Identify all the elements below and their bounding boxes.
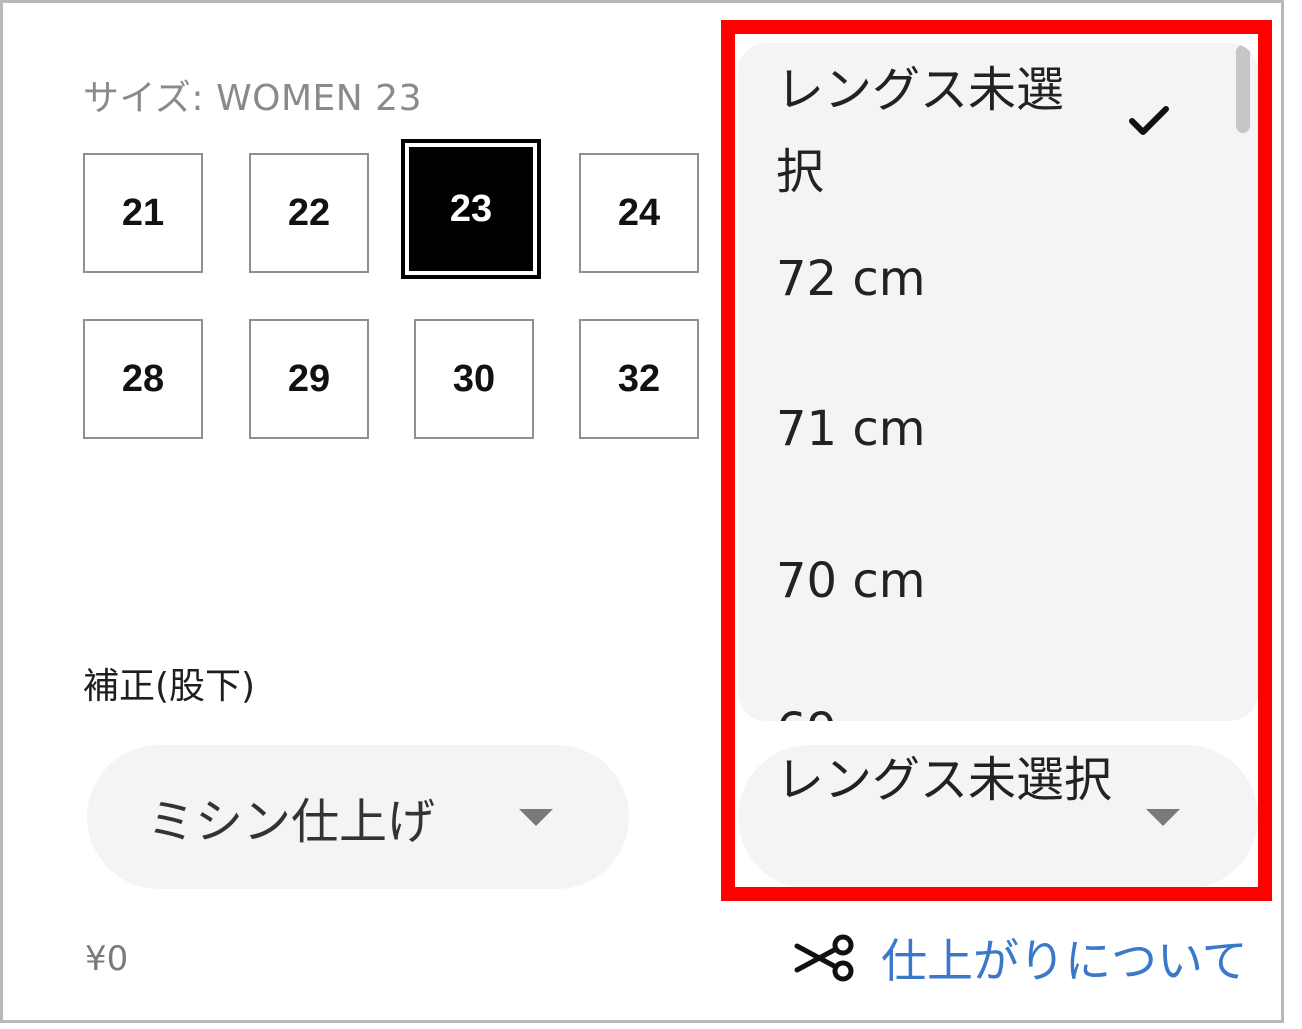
scissors-icon [794,934,854,982]
size-option-24[interactable]: 24 [579,153,699,273]
length-option-69[interactable]: 69 [776,703,837,721]
length-option-70[interactable]: 70 cm [776,553,925,609]
size-option-23-selected[interactable]: 23 [401,139,541,279]
length-option-71[interactable]: 71 cm [776,401,925,457]
length-dropdown-list[interactable]: レングス未選択 72 cm 71 cm 70 cm 69 [738,43,1258,721]
size-option-29[interactable]: 29 [249,319,369,439]
alteration-select[interactable]: ミシン仕上げ [87,745,629,889]
alteration-price: ¥0 [85,939,129,979]
alteration-select-value: ミシン仕上げ [147,794,436,850]
size-option-30[interactable]: 30 [414,319,534,439]
size-option-22[interactable]: 22 [249,153,369,273]
size-option-32[interactable]: 32 [579,319,699,439]
finish-info-link[interactable]: 仕上がりについて [793,925,1248,991]
length-select[interactable]: レングス未選択 [738,745,1258,889]
size-option-21[interactable]: 21 [83,153,203,273]
size-option-28[interactable]: 28 [83,319,203,439]
alteration-label: 補正(股下) [83,666,256,707]
length-select-value: レングス未選択 [776,752,1113,808]
length-option-unselected[interactable]: レングス未選択 [776,49,1106,213]
dropdown-scrollbar[interactable] [1236,45,1250,133]
finish-info-link-label[interactable]: 仕上がりについて [881,925,1248,991]
chevron-down-icon [1146,809,1180,826]
chevron-down-icon [519,809,553,826]
product-option-panel: サイズ: WOMEN 23 21 22 23 24 28 29 30 32 補正(… [0,0,1284,1023]
length-option-72[interactable]: 72 cm [776,251,925,307]
size-selected-value: WOMEN 23 [216,78,422,119]
size-label-text: サイズ: [83,78,205,119]
check-icon [1129,106,1169,135]
size-label: サイズ: WOMEN 23 [83,69,422,121]
